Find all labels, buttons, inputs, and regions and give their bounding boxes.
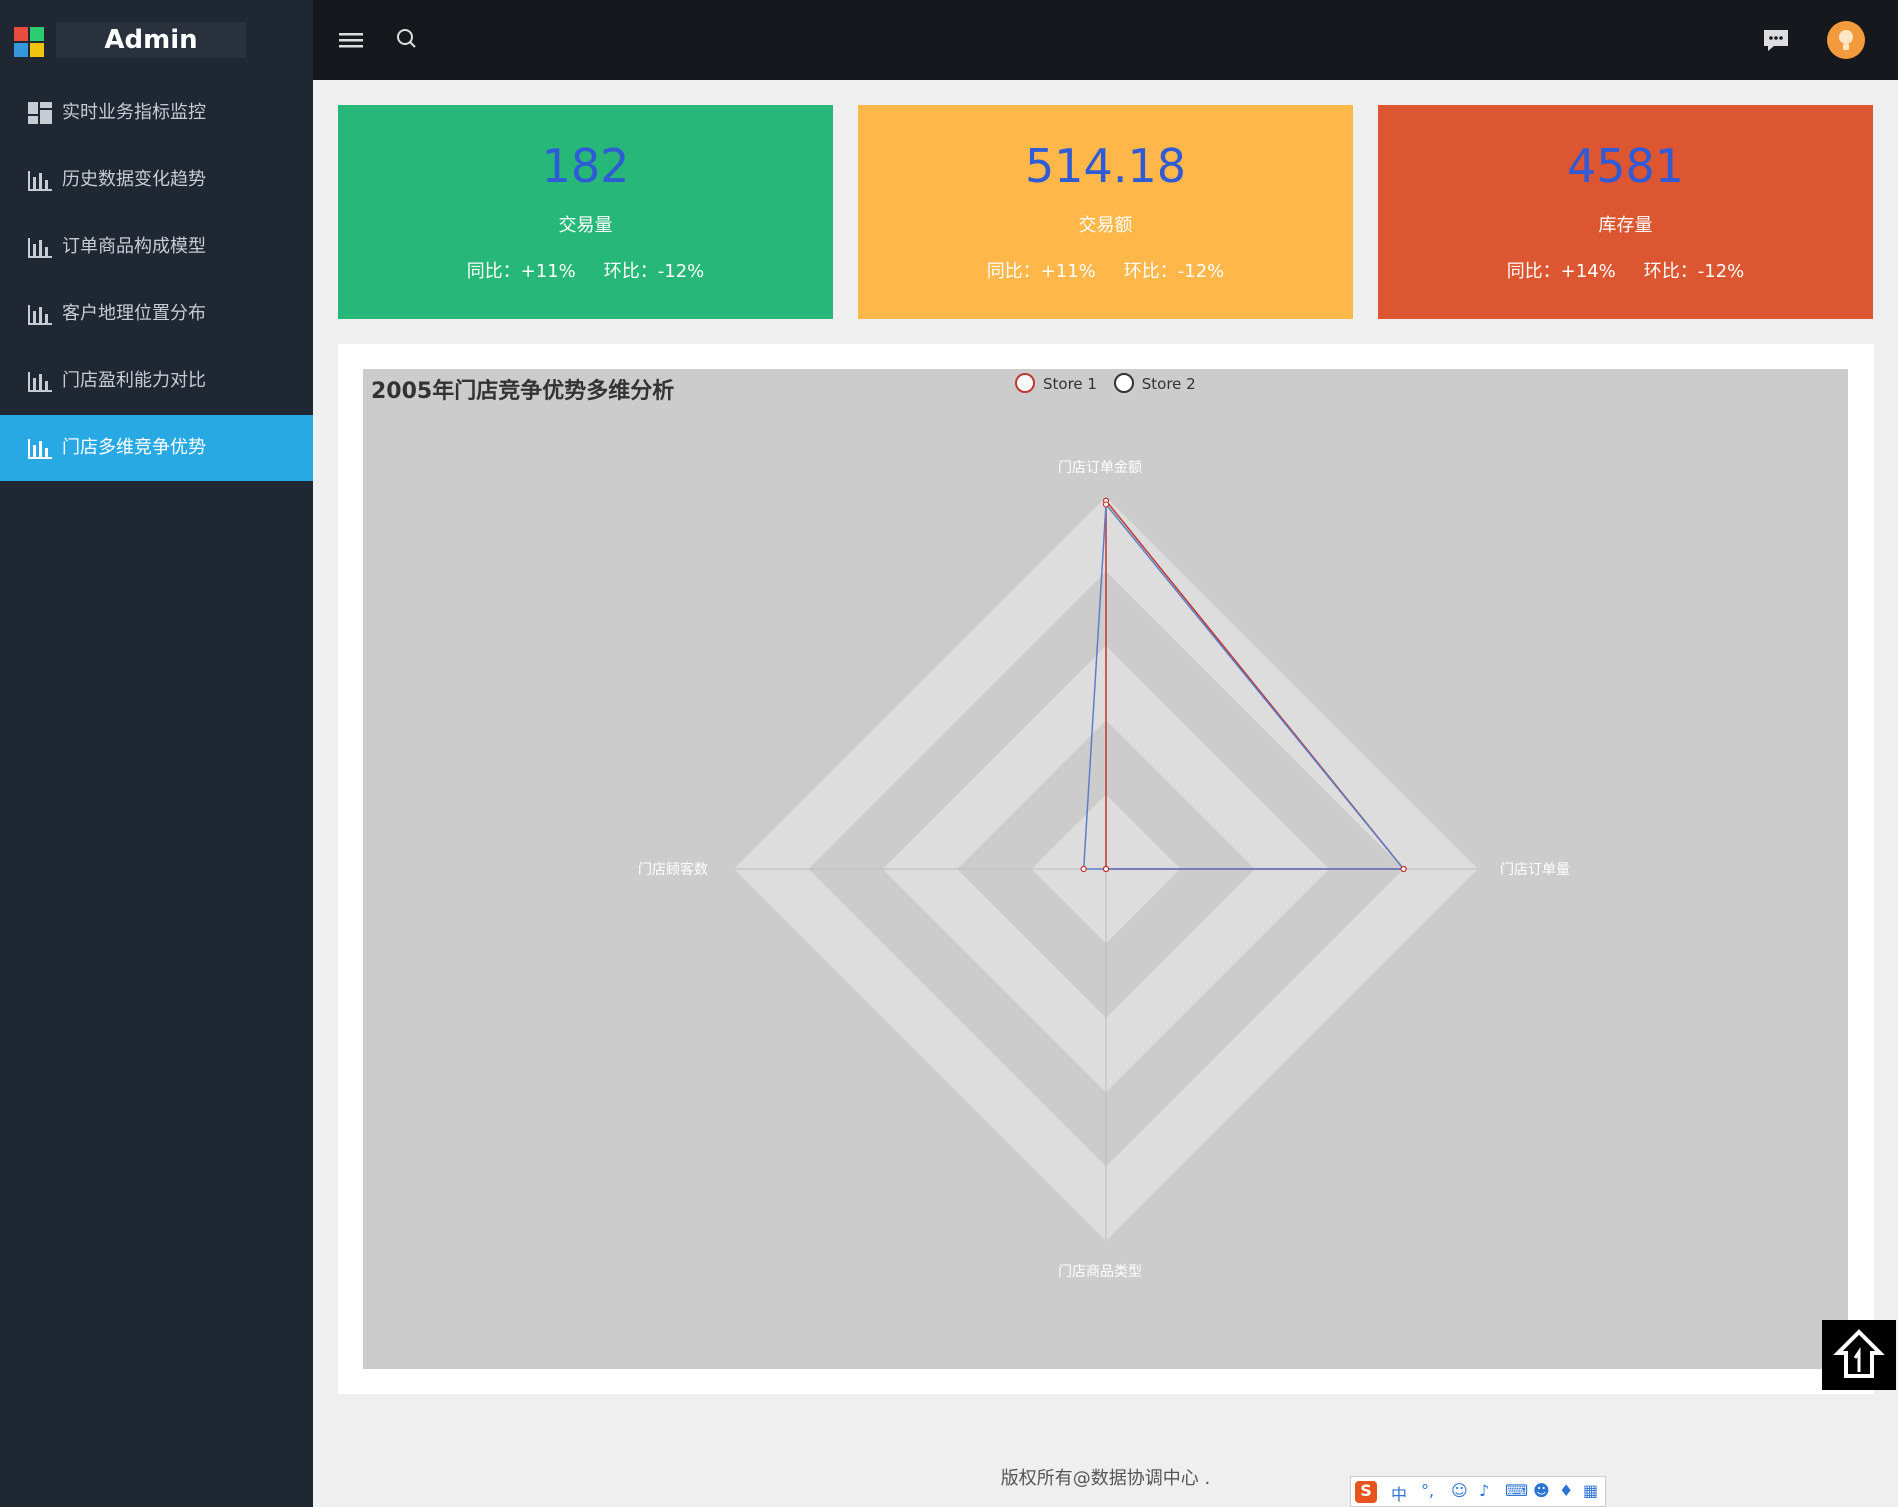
indicator-label: 门店订单金额 <box>1058 460 1142 476</box>
stat-compare: 同比：+11% 环比：-12% <box>858 257 1353 283</box>
bar-chart-icon <box>28 372 52 392</box>
radar-point <box>1102 501 1110 508</box>
sidebar-item-5[interactable]: 门店盈利能力对比 <box>0 348 313 414</box>
sidebar-item-label: 客户地理位置分布 <box>62 303 206 324</box>
stat-card-2: 514.18 交易额 同比：+11% 环比：-12% <box>858 105 1353 319</box>
yoy-change: 同比：+11% <box>466 261 576 282</box>
emoji-icon[interactable]: ☺ <box>1451 1481 1468 1500</box>
indicator-label: 门店顾客数 <box>638 862 708 878</box>
sidebar-item-label: 实时业务指标监控 <box>62 102 206 123</box>
yoy-change: 同比：+14% <box>1506 261 1616 282</box>
indicator-label: 门店订单量 <box>1500 862 1570 878</box>
avatar-icon[interactable] <box>1826 20 1866 60</box>
arrow-up-icon <box>1833 1329 1885 1378</box>
mom-change: 环比：-12% <box>603 261 705 282</box>
windows-logo-icon <box>14 27 44 57</box>
bar-chart-icon <box>28 439 52 459</box>
yoy-change: 同比：+11% <box>986 261 1096 282</box>
back-to-top-button[interactable] <box>1822 1320 1896 1390</box>
sidebar-item-6[interactable]: 门店多维竞争优势 <box>0 415 313 481</box>
radar-point <box>1400 865 1407 873</box>
chat-icon[interactable] <box>1756 20 1796 60</box>
radar-point <box>1080 865 1087 873</box>
indicator-label: 门店商品类型 <box>1058 1264 1142 1280</box>
brand: Admin <box>0 0 313 80</box>
ime-toolbar[interactable]: S 中 °, ☺ ♪ ⌨ ☻ ♦ ▦ <box>1350 1476 1606 1507</box>
hamburger-icon[interactable] <box>331 20 371 60</box>
stat-label: 库存量 <box>1598 215 1653 236</box>
sidebar-item-label: 门店盈利能力对比 <box>62 370 206 391</box>
chart-panel: 2005年门店竞争优势多维分析 Store 1 Store 2 门店订单金额 门… <box>338 344 1874 1394</box>
stat-label: 交易额 <box>1078 215 1133 236</box>
bar-chart-icon <box>28 238 52 258</box>
stat-compare: 同比：+14% 环比：-12% <box>1378 257 1873 283</box>
grid-icon[interactable]: ▦ <box>1583 1481 1598 1500</box>
radar-point <box>1102 865 1110 873</box>
stat-card-3: 4581 库存量 同比：+14% 环比：-12% <box>1378 105 1873 319</box>
microphone-icon[interactable]: ♪ <box>1479 1481 1489 1500</box>
stat-value: 4581 <box>1566 139 1685 193</box>
sogou-logo-icon: S <box>1355 1481 1377 1503</box>
ime-punct[interactable]: °, <box>1421 1481 1434 1500</box>
stat-compare: 同比：+11% 环比：-12% <box>338 257 833 283</box>
sidebar-item-2[interactable]: 历史数据变化趋势 <box>0 147 313 213</box>
sidebar-item-4[interactable]: 客户地理位置分布 <box>0 281 313 347</box>
user-icon[interactable]: ☻ <box>1533 1481 1550 1500</box>
sidebar-item-3[interactable]: 订单商品构成模型 <box>0 214 313 280</box>
stat-value: 182 <box>541 139 630 193</box>
sidebar-item-label: 历史数据变化趋势 <box>62 169 206 190</box>
keyboard-icon[interactable]: ⌨ <box>1505 1481 1528 1500</box>
bar-chart-icon <box>28 171 52 191</box>
mom-change: 环比：-12% <box>1123 261 1225 282</box>
sidebar-item-label: 订单商品构成模型 <box>62 236 206 257</box>
stat-label: 交易量 <box>558 215 613 236</box>
skin-icon[interactable]: ♦ <box>1559 1481 1573 1500</box>
search-icon[interactable] <box>387 20 427 60</box>
footer-copyright: 版权所有@数据协调中心 . <box>1000 1468 1211 1489</box>
top-bar <box>313 0 1898 80</box>
bar-chart-icon <box>28 305 52 325</box>
ime-mode[interactable]: 中 <box>1391 1481 1407 1505</box>
sidebar: Admin 实时业务指标监控 历史数据变化趋势 订单商品构成模型 客户地理位置分布 门店… <box>0 0 313 1507</box>
brand-title[interactable]: Admin <box>56 22 246 58</box>
stat-card-1: 182 交易量 同比：+11% 环比：-12% <box>338 105 833 319</box>
mom-change: 环比：-12% <box>1643 261 1745 282</box>
sidebar-item-1[interactable]: 实时业务指标监控 <box>0 80 313 146</box>
sidebar-item-label: 门店多维竞争优势 <box>62 437 206 458</box>
radar-svg <box>734 497 1478 1241</box>
stat-value: 514.18 <box>1025 139 1186 193</box>
dashboard-icon <box>28 102 52 124</box>
radar-chart: 2005年门店竞争优势多维分析 Store 1 Store 2 门店订单金额 门… <box>363 369 1848 1369</box>
